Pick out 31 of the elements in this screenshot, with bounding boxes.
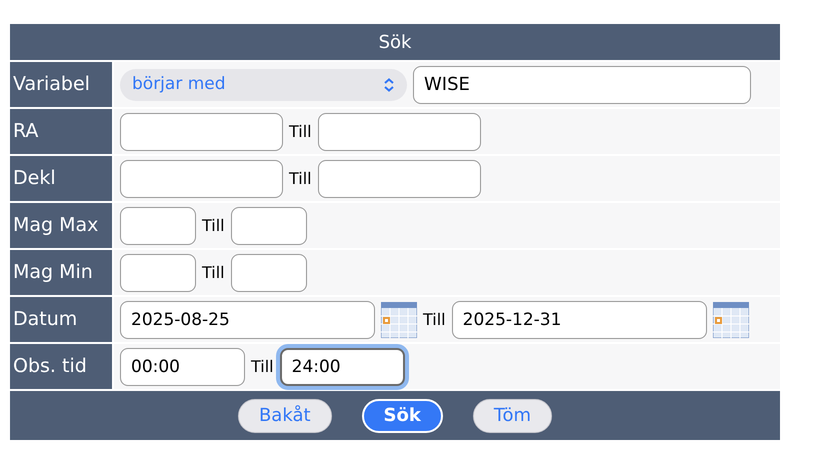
till-label: Till xyxy=(423,308,446,330)
till-label: Till xyxy=(202,214,225,236)
calendar-icon[interactable] xyxy=(712,302,749,338)
till-label: Till xyxy=(289,168,312,190)
input-field[interactable] xyxy=(120,206,196,244)
calendar-icon[interactable] xyxy=(381,302,417,338)
row-label: Datum xyxy=(10,297,112,342)
input-field[interactable] xyxy=(230,206,307,244)
till-label: Till xyxy=(202,262,225,284)
row-label: Dekl xyxy=(10,156,112,201)
input-field[interactable]: 2025-12-31 xyxy=(452,300,707,338)
form-header: Sök xyxy=(10,24,780,60)
input-field[interactable] xyxy=(120,254,196,292)
row-label: RA xyxy=(10,109,112,154)
form-button[interactable]: Sök xyxy=(362,398,443,432)
input-field[interactable]: 24:00 xyxy=(280,348,405,386)
input-field[interactable] xyxy=(318,112,481,150)
input-field[interactable]: 2025-08-25 xyxy=(120,300,375,338)
input-field[interactable] xyxy=(230,254,307,292)
input-field[interactable] xyxy=(120,112,283,150)
input-field[interactable]: 00:00 xyxy=(120,348,245,386)
till-label: Till xyxy=(289,120,312,142)
row-label: Mag Min xyxy=(10,250,112,295)
row-label: Obs. tid xyxy=(10,344,112,389)
input-field[interactable] xyxy=(318,160,481,198)
input-field[interactable] xyxy=(120,160,283,198)
input-field[interactable]: WISE xyxy=(413,66,751,104)
chevron-updown-icon xyxy=(383,78,395,92)
row-label: Mag Max xyxy=(10,203,112,248)
row-label: Variabel xyxy=(10,62,112,107)
till-label: Till xyxy=(251,356,274,378)
